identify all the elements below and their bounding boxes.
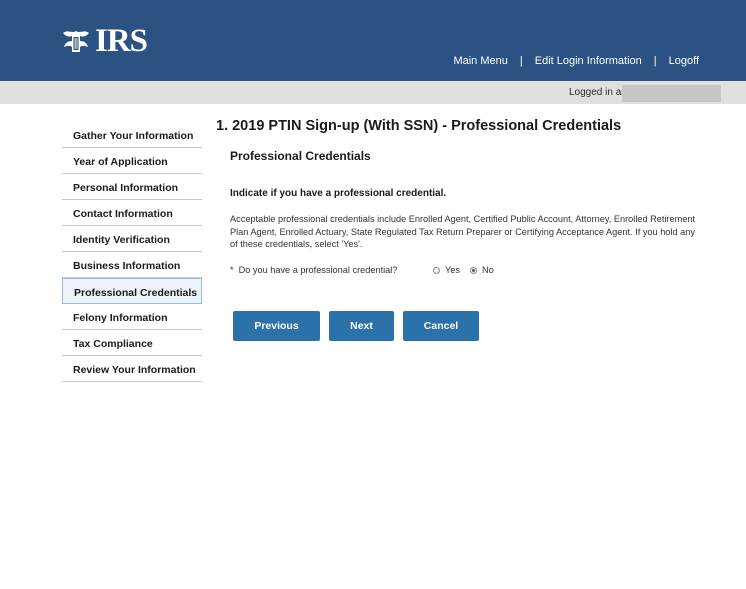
logo-text: IRS: [95, 23, 148, 59]
credential-radio-group: Yes No: [433, 265, 504, 275]
radio-no-label: No: [482, 265, 494, 275]
sidebar-item-contact-information[interactable]: Contact Information: [62, 200, 202, 226]
page-title: 1. 2019 PTIN Sign-up (With SSN) - Profes…: [216, 118, 622, 134]
radio-yes-circle[interactable]: [433, 266, 440, 274]
radio-yes-label: Yes: [445, 265, 460, 275]
redacted-username: [622, 85, 721, 102]
site-header: IRS Main Menu | Edit Login Information |…: [0, 0, 746, 81]
progress-sidebar: Gather Your Information Year of Applicat…: [62, 122, 202, 382]
sidebar-item-felony-information[interactable]: Felony Information: [62, 304, 202, 330]
credential-question: * Do you have a professional credential?: [230, 265, 397, 275]
nav-separator: |: [653, 55, 657, 67]
cancel-button[interactable]: Cancel: [403, 311, 479, 341]
sidebar-item-professional-credentials[interactable]: Professional Credentials: [62, 278, 202, 304]
radio-no-circle[interactable]: [470, 266, 477, 274]
sidebar-item-review-information[interactable]: Review Your Information: [62, 356, 202, 382]
sidebar-item-tax-compliance[interactable]: Tax Compliance: [62, 330, 202, 356]
question-label: Do you have a professional credential?: [238, 265, 398, 275]
top-navigation: Main Menu | Edit Login Information | Log…: [453, 55, 699, 67]
previous-button[interactable]: Previous: [233, 311, 320, 341]
credential-help-text: Acceptable professional credentials incl…: [230, 214, 696, 250]
sidebar-item-gather-information[interactable]: Gather Your Information: [62, 122, 202, 148]
sidebar-item-business-information[interactable]: Business Information: [62, 252, 202, 278]
logoff-link[interactable]: Logoff: [669, 55, 699, 67]
next-button[interactable]: Next: [329, 311, 394, 341]
login-bar: Logged in as: [0, 81, 746, 104]
sidebar-item-personal-information[interactable]: Personal Information: [62, 174, 202, 200]
logged-in-label: Logged in as: [569, 87, 627, 98]
radio-yes[interactable]: Yes: [433, 265, 460, 275]
nav-separator: |: [519, 55, 523, 67]
required-marker: *: [230, 265, 234, 275]
sidebar-item-year-of-application[interactable]: Year of Application: [62, 148, 202, 174]
irs-eagle-icon: [63, 31, 89, 52]
main-menu-link[interactable]: Main Menu: [453, 55, 507, 67]
instruction-text: Indicate if you have a professional cred…: [230, 188, 447, 199]
sidebar-item-identity-verification[interactable]: Identity Verification: [62, 226, 202, 252]
irs-logo[interactable]: IRS: [60, 23, 148, 59]
edit-login-link[interactable]: Edit Login Information: [535, 55, 642, 67]
radio-no[interactable]: No: [470, 265, 494, 275]
section-title: Professional Credentials: [230, 149, 371, 163]
